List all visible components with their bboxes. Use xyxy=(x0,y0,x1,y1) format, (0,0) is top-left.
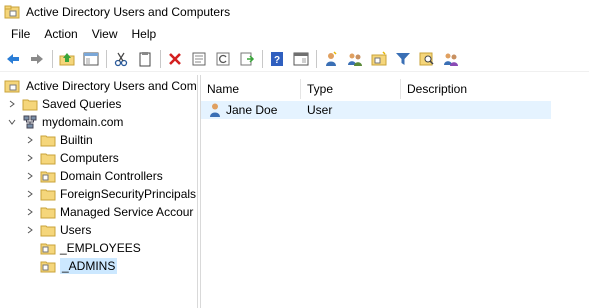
up-folder-icon[interactable] xyxy=(57,49,77,69)
toolbar: ? xyxy=(0,46,589,72)
toolbar-separator xyxy=(262,49,263,68)
domain-icon xyxy=(23,115,37,129)
menu-help[interactable]: Help xyxy=(125,24,164,44)
user-name: Jane Doe xyxy=(226,103,278,117)
new-ou-icon[interactable] xyxy=(369,49,389,69)
tree-item-label: ForeignSecurityPrincipals xyxy=(60,187,197,201)
console-icon[interactable] xyxy=(291,49,311,69)
find-icon[interactable] xyxy=(417,49,437,69)
chevron-right-icon[interactable] xyxy=(24,152,36,164)
chevron-right-icon[interactable] xyxy=(6,98,18,110)
new-user-icon[interactable] xyxy=(321,49,341,69)
folder-icon xyxy=(40,225,56,237)
organizational-unit-icon xyxy=(40,243,56,255)
tree-item-managed-service-accounts[interactable]: Managed Service Accour xyxy=(24,203,193,221)
menu-view[interactable]: View xyxy=(85,24,125,44)
column-header-name[interactable]: Name xyxy=(201,79,301,99)
tree-item-domain-controllers[interactable]: Domain Controllers xyxy=(24,167,163,185)
cut-icon[interactable] xyxy=(111,49,131,69)
list-item[interactable]: Jane Doe User xyxy=(201,101,551,119)
toolbar-separator xyxy=(106,49,107,68)
folder-icon xyxy=(22,99,38,111)
menu-bar: File Action View Help xyxy=(0,24,589,44)
tree-item-foreign-security-principals[interactable]: ForeignSecurityPrincipals xyxy=(24,185,196,203)
window-title: Active Directory Users and Computers xyxy=(26,5,231,19)
copy-icon[interactable] xyxy=(135,49,155,69)
tree-item-users[interactable]: Users xyxy=(24,221,91,239)
tree-item-label: _EMPLOYEES xyxy=(60,241,141,255)
folder-icon xyxy=(40,135,56,147)
tree-item-label: Builtin xyxy=(60,133,93,147)
details-pane[interactable]: Name Type Description Jane Doe User xyxy=(200,75,589,308)
chevron-down-icon[interactable] xyxy=(6,116,18,128)
show-hide-tree-icon[interactable] xyxy=(81,49,101,69)
console-tree[interactable]: Active Directory Users and Com Saved Que… xyxy=(0,75,198,308)
user-icon xyxy=(210,103,220,117)
list-header: Name Type Description xyxy=(201,79,551,99)
add-to-group-icon[interactable] xyxy=(441,49,461,69)
forward-icon[interactable] xyxy=(27,49,47,69)
folder-icon xyxy=(40,189,56,201)
ad-console-root-icon xyxy=(4,80,20,93)
tree-root-label: Active Directory Users and Com xyxy=(26,79,197,93)
tree-item-label: Saved Queries xyxy=(42,97,122,111)
menu-file[interactable]: File xyxy=(4,24,37,44)
export-list-icon[interactable] xyxy=(237,49,257,69)
back-icon[interactable] xyxy=(3,49,23,69)
menu-action[interactable]: Action xyxy=(37,24,84,44)
column-header-type[interactable]: Type xyxy=(301,79,401,99)
help-icon[interactable]: ? xyxy=(267,49,287,69)
delete-icon[interactable] xyxy=(165,49,185,69)
toolbar-separator xyxy=(160,49,161,68)
tree-item-domain[interactable]: mydomain.com xyxy=(6,113,123,131)
tree-item-label: Domain Controllers xyxy=(60,169,163,183)
filter-icon[interactable] xyxy=(393,49,413,69)
tree-item-admins[interactable]: _ADMINS xyxy=(40,257,118,275)
chevron-right-icon[interactable] xyxy=(24,206,36,218)
list-cell-type: User xyxy=(307,103,333,117)
tree-item-label: _ADMINS xyxy=(60,258,118,274)
folder-icon xyxy=(40,153,56,165)
chevron-right-icon[interactable] xyxy=(24,224,36,236)
tree-item-saved-queries[interactable]: Saved Queries xyxy=(6,95,121,113)
new-group-icon[interactable] xyxy=(345,49,365,69)
tree-item-label: Computers xyxy=(60,151,119,165)
svg-text:?: ? xyxy=(274,55,280,66)
organizational-unit-icon xyxy=(40,261,56,273)
list-cell-name: Jane Doe xyxy=(201,102,301,118)
organizational-unit-icon xyxy=(40,171,56,183)
ad-users-computers-app-icon xyxy=(4,5,20,19)
toolbar-separator xyxy=(52,49,53,68)
refresh-icon[interactable] xyxy=(213,49,233,69)
tree-item-label: Managed Service Accour xyxy=(60,205,194,219)
chevron-right-icon[interactable] xyxy=(24,188,36,200)
tree-item-employees[interactable]: _EMPLOYEES xyxy=(40,239,141,257)
column-header-description[interactable]: Description xyxy=(401,79,551,99)
properties-icon[interactable] xyxy=(189,49,209,69)
tree-item-label: mydomain.com xyxy=(42,115,124,129)
chevron-right-icon[interactable] xyxy=(24,134,36,146)
folder-icon xyxy=(40,207,56,219)
chevron-right-icon[interactable] xyxy=(24,170,36,182)
tree-root[interactable]: Active Directory Users and Com xyxy=(4,77,197,95)
tree-item-label: Users xyxy=(60,223,92,237)
tree-item-computers[interactable]: Computers xyxy=(24,149,119,167)
tree-item-builtin[interactable]: Builtin xyxy=(24,131,93,149)
title-bar: Active Directory Users and Computers xyxy=(0,0,589,24)
toolbar-separator xyxy=(316,49,317,68)
